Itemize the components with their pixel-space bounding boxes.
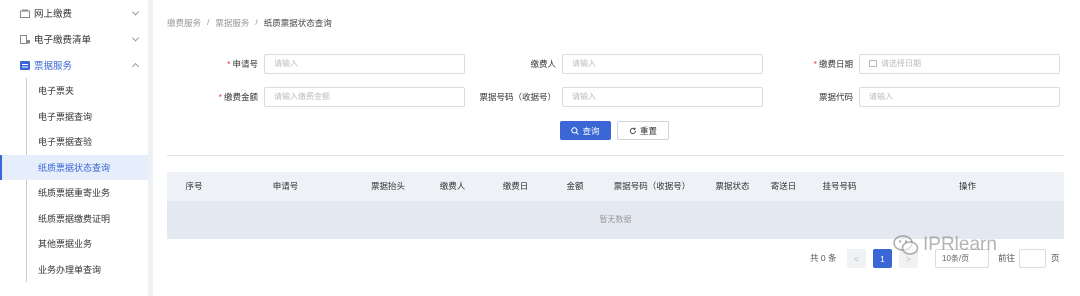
sidebar-item-other-receipt[interactable]: 其他票据业务 <box>0 231 148 257</box>
form-row: * 申请号 请输入 缴费人 请输入 * 缴费日期 请选择日期 <box>153 54 1080 74</box>
reset-button-label: 重置 <box>639 125 657 136</box>
reset-button[interactable]: 重置 <box>617 121 669 140</box>
column-header-receipt-no: 票据号码（收据号） <box>613 181 691 191</box>
prev-page-button[interactable]: < <box>847 249 866 268</box>
menu-group-label: 票据服务 <box>34 61 73 72</box>
pay-date-label: * 缴费日期 <box>813 59 853 69</box>
submenu-list: 电子票夹 电子票据查询 电子票据查验 纸质票据状态查询 纸质票据重寄业务 纸质票… <box>0 78 148 282</box>
form-row: * 缴费金额 请输入缴费金额 票据号码（收据号） 请输入 票据代码 请输入 <box>153 87 1080 107</box>
sidebar-item-label: 电子票据查询 <box>38 111 93 122</box>
watermark-text: IPRlearn <box>923 234 997 255</box>
calendar-icon <box>869 60 877 67</box>
menu-group-label: 网上缴费 <box>34 9 73 20</box>
sidebar-item-e-wallet[interactable]: 电子票夹 <box>0 78 148 104</box>
payer-label: 缴费人 <box>530 59 556 69</box>
sidebar-item-paper-receipt-status[interactable]: 纸质票据状态查询 <box>0 154 148 180</box>
column-header-application-no: 申请号 <box>272 181 299 191</box>
page-unit-label: 页 <box>1051 253 1060 263</box>
sidebar-item-business-order-query[interactable]: 业务办理单查询 <box>0 257 148 283</box>
breadcrumb-parent[interactable]: 票据服务 <box>215 17 249 29</box>
sidebar-item-e-receipt-verify[interactable]: 电子票据查验 <box>0 129 148 155</box>
menu-group-payment-list[interactable]: 电子缴费清单 <box>0 26 148 52</box>
menu-group-online-payment[interactable]: 网上缴费 <box>0 0 148 26</box>
amount-label: * 缴费金额 <box>218 92 258 102</box>
divider <box>167 155 1064 156</box>
chevron-up-icon <box>131 62 140 71</box>
required-mark: * <box>813 59 817 69</box>
sidebar-item-label: 纸质票据缴费证明 <box>38 213 111 224</box>
column-header-payer: 缴费人 <box>439 181 466 191</box>
required-mark: * <box>218 92 222 102</box>
receipt-code-label: 票据代码 <box>818 92 853 102</box>
required-mark: * <box>227 59 231 69</box>
chevron-down-icon <box>131 34 140 42</box>
menu-group-receipt-service[interactable]: 票据服务 <box>0 52 148 78</box>
column-header-registered-no: 挂号号码 <box>822 181 857 191</box>
breadcrumb-separator: / <box>255 17 258 27</box>
column-header-pay-day: 缴费日 <box>502 181 529 191</box>
sidebar-item-label: 纸质票据状态查询 <box>38 162 111 173</box>
column-header-receipt-title: 票据抬头 <box>370 181 405 191</box>
sidebar-item-paper-receipt-resend[interactable]: 纸质票据重寄业务 <box>0 180 148 206</box>
sidebar-item-label: 其他票据业务 <box>38 239 93 250</box>
breadcrumb-current: 纸质票据状态查询 <box>263 18 332 28</box>
search-button[interactable]: 查询 <box>560 121 611 140</box>
search-icon <box>571 126 580 135</box>
receipt-code-input[interactable]: 请输入 <box>859 87 1060 107</box>
column-header-actions: 操作 <box>958 181 976 191</box>
receipt-no-input[interactable]: 请输入 <box>562 87 763 107</box>
breadcrumb-home[interactable]: 缴费服务 <box>167 17 201 29</box>
pay-date-picker[interactable]: 请选择日期 <box>859 54 1060 74</box>
menu-group-label: 电子缴费清单 <box>34 35 92 46</box>
receipt-no-label: 票据号码（收据号） <box>479 92 556 102</box>
sidebar-item-label: 纸质票据重寄业务 <box>38 188 111 199</box>
pagination-total: 共 0 条 <box>810 253 837 263</box>
sidebar: 网上缴费 电子缴费清单 票据服务 电子票夹 电子票据查询 电子票据查验 纸质票据… <box>0 0 148 296</box>
refresh-icon <box>629 126 637 134</box>
column-header-send-day: 寄送日 <box>770 181 797 191</box>
application-no-label: * 申请号 <box>227 59 258 69</box>
sidebar-item-paper-receipt-proof[interactable]: 纸质票据缴费证明 <box>0 206 148 232</box>
search-button-label: 查询 <box>582 125 600 136</box>
payment-icon <box>20 9 30 18</box>
column-header-receipt-status: 票据状态 <box>715 181 750 191</box>
watermark: IPRlearn <box>893 234 997 256</box>
jump-label: 前往 <box>998 253 1016 263</box>
application-no-input[interactable]: 请输入 <box>264 54 465 74</box>
column-header-amount: 金额 <box>566 181 584 191</box>
wechat-icon <box>893 235 919 255</box>
sidebar-item-e-receipt-query[interactable]: 电子票据查询 <box>0 104 148 130</box>
page-number-button[interactable]: 1 <box>873 249 892 268</box>
page-jump-input[interactable] <box>1019 249 1046 268</box>
breadcrumb-separator: / <box>207 17 210 27</box>
column-header-index: 序号 <box>185 181 203 191</box>
sidebar-item-label: 电子票据查验 <box>38 137 93 148</box>
chevron-down-icon <box>131 8 140 16</box>
table-header: 序号 申请号 票据抬头 缴费人 缴费日 金额 票据号码（收据号） 票据状态 寄送… <box>167 172 1064 201</box>
list-icon <box>20 34 30 44</box>
payer-input[interactable]: 请输入 <box>562 54 763 74</box>
amount-input[interactable]: 请输入缴费金额 <box>264 87 465 107</box>
sidebar-item-label: 电子票夹 <box>38 86 75 97</box>
breadcrumb: 缴费服务 / 票据服务 / 纸质票据状态查询 <box>167 17 332 29</box>
pay-date-placeholder: 请选择日期 <box>881 59 921 68</box>
sidebar-item-label: 业务办理单查询 <box>38 264 102 275</box>
receipt-icon <box>20 60 30 70</box>
